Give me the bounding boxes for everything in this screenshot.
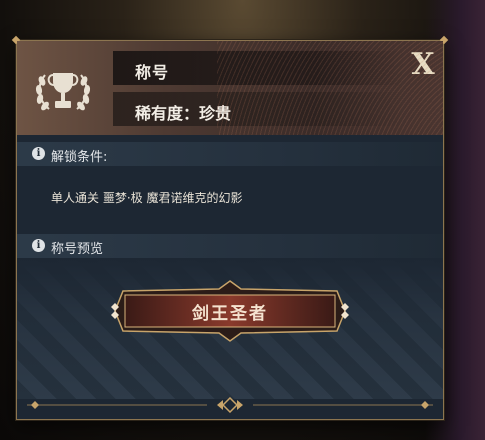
info-icon: i: [32, 147, 45, 160]
unlock-section-header: i 解锁条件:: [17, 142, 443, 166]
unlock-header-label: 解锁条件:: [51, 150, 108, 165]
trophy-laurel-icon: [35, 73, 91, 111]
title-badge-text: 剑王圣者: [192, 304, 268, 324]
footer-ornament: [27, 397, 433, 413]
preview-header-label: 称号预览: [51, 242, 104, 257]
title-detail-dialog: 称号 稀有度：珍贵 X i 解锁条件: 单人通关 噩梦·极 魔君诺维克的幻影 i…: [11, 35, 449, 420]
dialog-header: 称号 稀有度：珍贵 X: [17, 41, 443, 135]
unlock-condition-text: 单人通关 噩梦·极 魔君诺维克的幻影: [51, 191, 243, 205]
dialog-title: 称号: [135, 63, 170, 82]
info-icon: i: [32, 239, 45, 252]
close-icon[interactable]: X: [409, 50, 437, 80]
rarity-label: 稀有度：珍贵: [135, 104, 232, 123]
preview-section-header: i 称号预览: [17, 234, 443, 258]
